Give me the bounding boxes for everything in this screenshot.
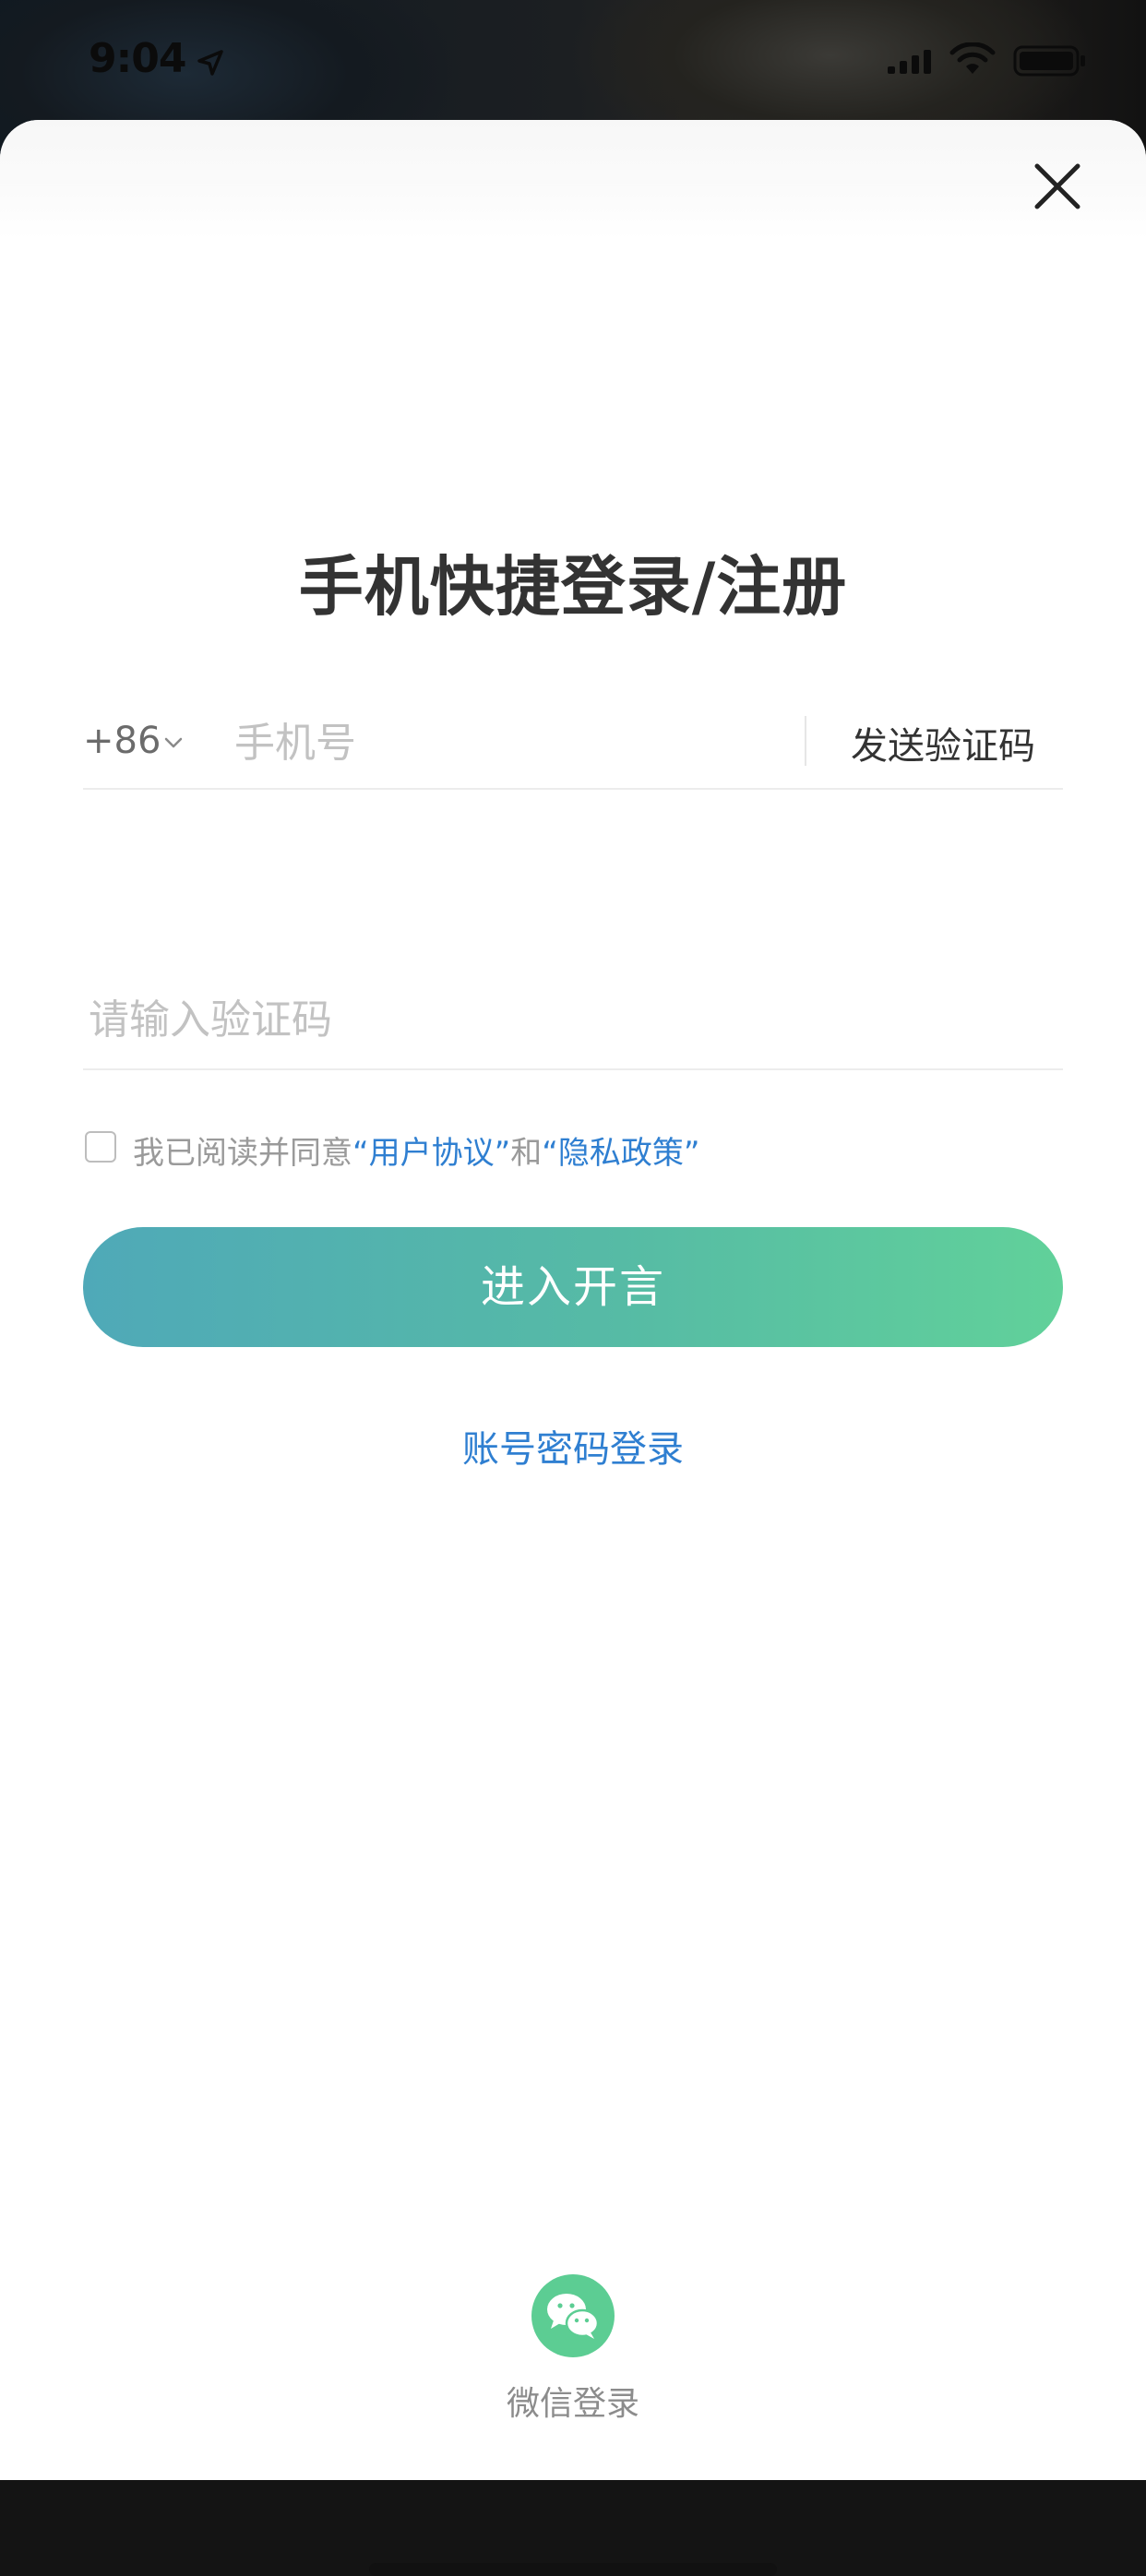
sheet-header [0, 120, 1146, 240]
agreement-prefix: 我已阅读并同意 [133, 1135, 352, 1172]
login-sheet: 手机快捷登录/注册 +86 发送验证码 我已阅读并同意“用户协议”和“隐私政策”… [0, 120, 1146, 2576]
agreement-row: 我已阅读并同意“用户协议”和“隐私政策” [85, 1126, 1065, 1173]
location-arrow-icon [197, 50, 223, 76]
user-agreement-link[interactable]: “用户协议” [352, 1135, 510, 1172]
cellular-signal-icon [888, 50, 931, 74]
close-icon[interactable] [1021, 149, 1094, 223]
home-indicator [369, 2563, 777, 2576]
phone-number-input[interactable] [233, 710, 753, 775]
wechat-icon [547, 2294, 600, 2339]
battery-icon [1013, 45, 1085, 77]
wechat-login-label: 微信登录 [506, 2385, 639, 2423]
enter-button[interactable]: 进入开言 [83, 1227, 1063, 1347]
password-login-link[interactable]: 账号密码登录 [0, 1419, 1146, 1473]
send-code-button[interactable]: 发送验证码 [851, 716, 1035, 769]
page-title: 手机快捷登录/注册 [298, 549, 848, 625]
agreement-conjunction: 和 [510, 1135, 543, 1172]
privacy-policy-link[interactable]: “隐私政策” [542, 1135, 699, 1172]
country-code-selector[interactable]: +86 [83, 720, 161, 762]
wechat-login-button[interactable] [531, 2274, 615, 2357]
wifi-icon [949, 42, 996, 74]
status-bar: 9:04 [0, 0, 1146, 122]
divider [805, 716, 806, 766]
phone-row: +86 发送验证码 [83, 699, 1063, 790]
status-time: 9:04 [89, 35, 186, 82]
verification-code-input[interactable] [87, 985, 1050, 1054]
agreement-text: 我已阅读并同意“用户协议”和“隐私政策” [133, 1127, 699, 1173]
chevron-down-icon[interactable] [164, 736, 183, 749]
verification-code-row [83, 952, 1063, 1070]
agree-checkbox[interactable] [85, 1131, 116, 1163]
